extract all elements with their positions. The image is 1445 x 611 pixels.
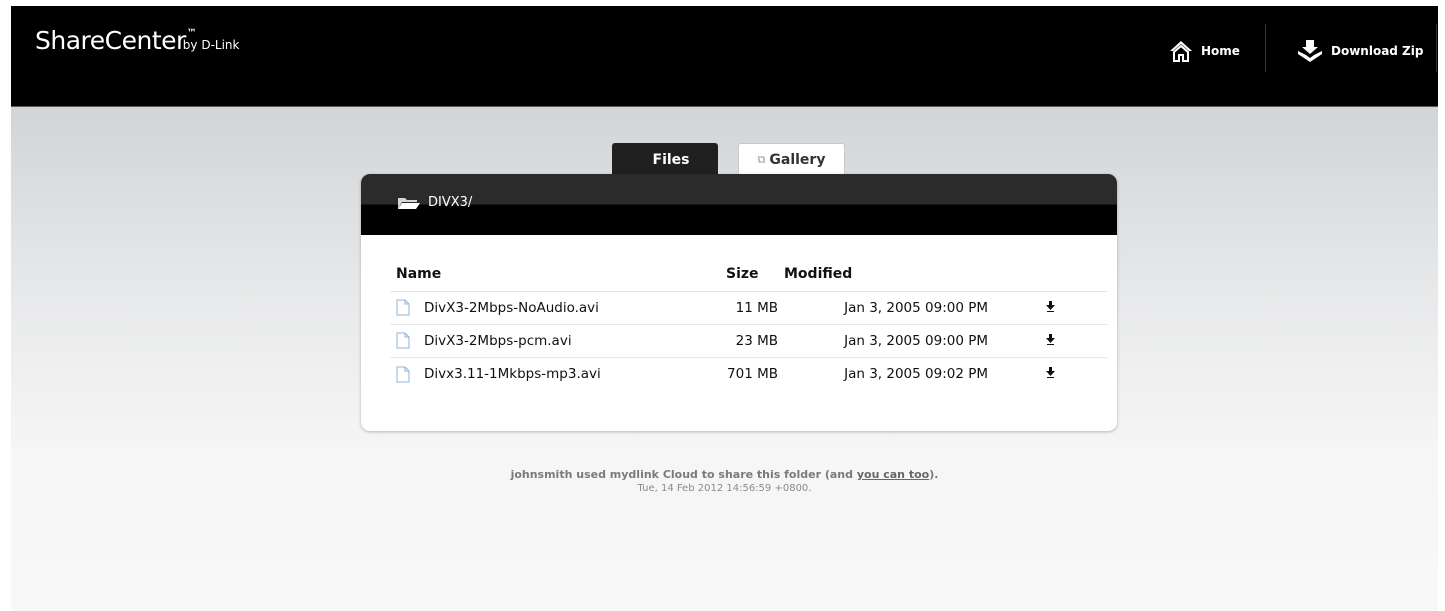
header-divider-right	[1436, 24, 1437, 72]
table-row[interactable]: DivX3-2Mbps-pcm.avi 23 MB Jan 3, 2005 09…	[390, 324, 1107, 358]
file-name[interactable]: DivX3-2Mbps-pcm.avi	[424, 333, 572, 349]
logo-brand: ShareCenter	[35, 26, 186, 55]
logo-by-dlink: by D-Link	[182, 38, 240, 52]
table-row[interactable]: Divx3.11-1Mkbps-mp3.avi 701 MB Jan 3, 20…	[390, 358, 1107, 391]
folder-open-icon	[398, 197, 420, 209]
home-button[interactable]: Home	[1169, 36, 1240, 66]
file-modified: Jan 3, 2005 09:00 PM	[778, 324, 988, 358]
file-size: 701 MB	[727, 366, 778, 383]
download-zip-label: Download Zip	[1331, 44, 1424, 58]
file-name[interactable]: DivX3-2Mbps-NoAudio.avi	[424, 300, 599, 316]
header-divider	[1265, 24, 1266, 72]
file-modified: Jan 3, 2005 09:00 PM	[778, 291, 988, 325]
file-icon	[396, 332, 410, 349]
file-name-cell[interactable]: DivX3-2Mbps-NoAudio.avi	[390, 292, 720, 325]
share-timestamp: Tue, 14 Feb 2012 14:56:59 +0800.	[637, 483, 812, 494]
download-arrow-icon	[1046, 367, 1055, 379]
file-list-panel: DIVX3/ Name Size Modified DivX3-2Mbps-No…	[361, 174, 1117, 431]
share-message-end: ).	[929, 468, 939, 481]
share-footer: johnsmith used mydlink Cloud to share th…	[11, 468, 1438, 496]
tab-files-label: Files	[652, 151, 690, 168]
column-header-name[interactable]: Name	[390, 257, 720, 292]
sharecenter-logo: ShareCenter™by D-Link	[35, 26, 239, 55]
folder-path-label: DIVX3/	[428, 195, 473, 210]
column-header-actions	[988, 257, 1107, 292]
page-frame: ShareCenter™by D-Link Home Download Zip …	[11, 6, 1438, 611]
home-label: Home	[1201, 44, 1240, 58]
download-zip-icon	[1298, 40, 1322, 62]
column-header-modified[interactable]: Modified	[778, 257, 988, 292]
file-icon	[396, 366, 410, 382]
download-arrow-icon	[1046, 300, 1055, 312]
tab-gallery[interactable]: ⧉ Gallery	[738, 143, 845, 176]
home-icon	[1170, 41, 1192, 62]
file-name-cell[interactable]: DivX3-2Mbps-pcm.avi	[390, 325, 720, 358]
tab-files[interactable]: Files	[612, 143, 718, 176]
you-can-too-link[interactable]: you can too	[857, 468, 929, 481]
share-message: johnsmith used mydlink Cloud to share th…	[11, 468, 1438, 482]
download-arrow-icon	[1046, 334, 1055, 345]
file-size: 11 MB	[720, 291, 778, 325]
file-name-cell[interactable]: Divx3.11-1Mkbps-mp3.avi	[390, 358, 720, 391]
tab-gallery-label: Gallery	[769, 152, 826, 168]
folder-path: DIVX3/	[397, 195, 472, 210]
share-message-text: johnsmith used mydlink Cloud to share th…	[510, 468, 857, 481]
download-button[interactable]	[988, 291, 1107, 325]
file-modified: Jan 3, 2005 09:02 PM	[844, 366, 988, 383]
column-header-size[interactable]: Size	[720, 257, 778, 292]
file-size: 23 MB	[720, 324, 778, 358]
download-button[interactable]	[988, 358, 1107, 391]
table-header-row: Name Size Modified	[390, 257, 1107, 292]
file-icon	[396, 299, 410, 316]
download-button[interactable]	[988, 324, 1107, 358]
gallery-icon: ⧉	[757, 153, 766, 166]
logo-trademark: ™	[186, 28, 197, 39]
file-name[interactable]: Divx3.11-1Mkbps-mp3.avi	[424, 366, 601, 382]
file-table: Name Size Modified DivX3-2Mbps-NoAudio.a…	[390, 257, 1107, 391]
download-zip-button[interactable]: Download Zip	[1297, 36, 1423, 66]
top-header: ShareCenter™by D-Link Home Download Zip	[11, 6, 1438, 107]
panel-header: DIVX3/	[361, 174, 1117, 235]
table-row[interactable]: DivX3-2Mbps-NoAudio.avi 11 MB Jan 3, 200…	[390, 291, 1107, 325]
